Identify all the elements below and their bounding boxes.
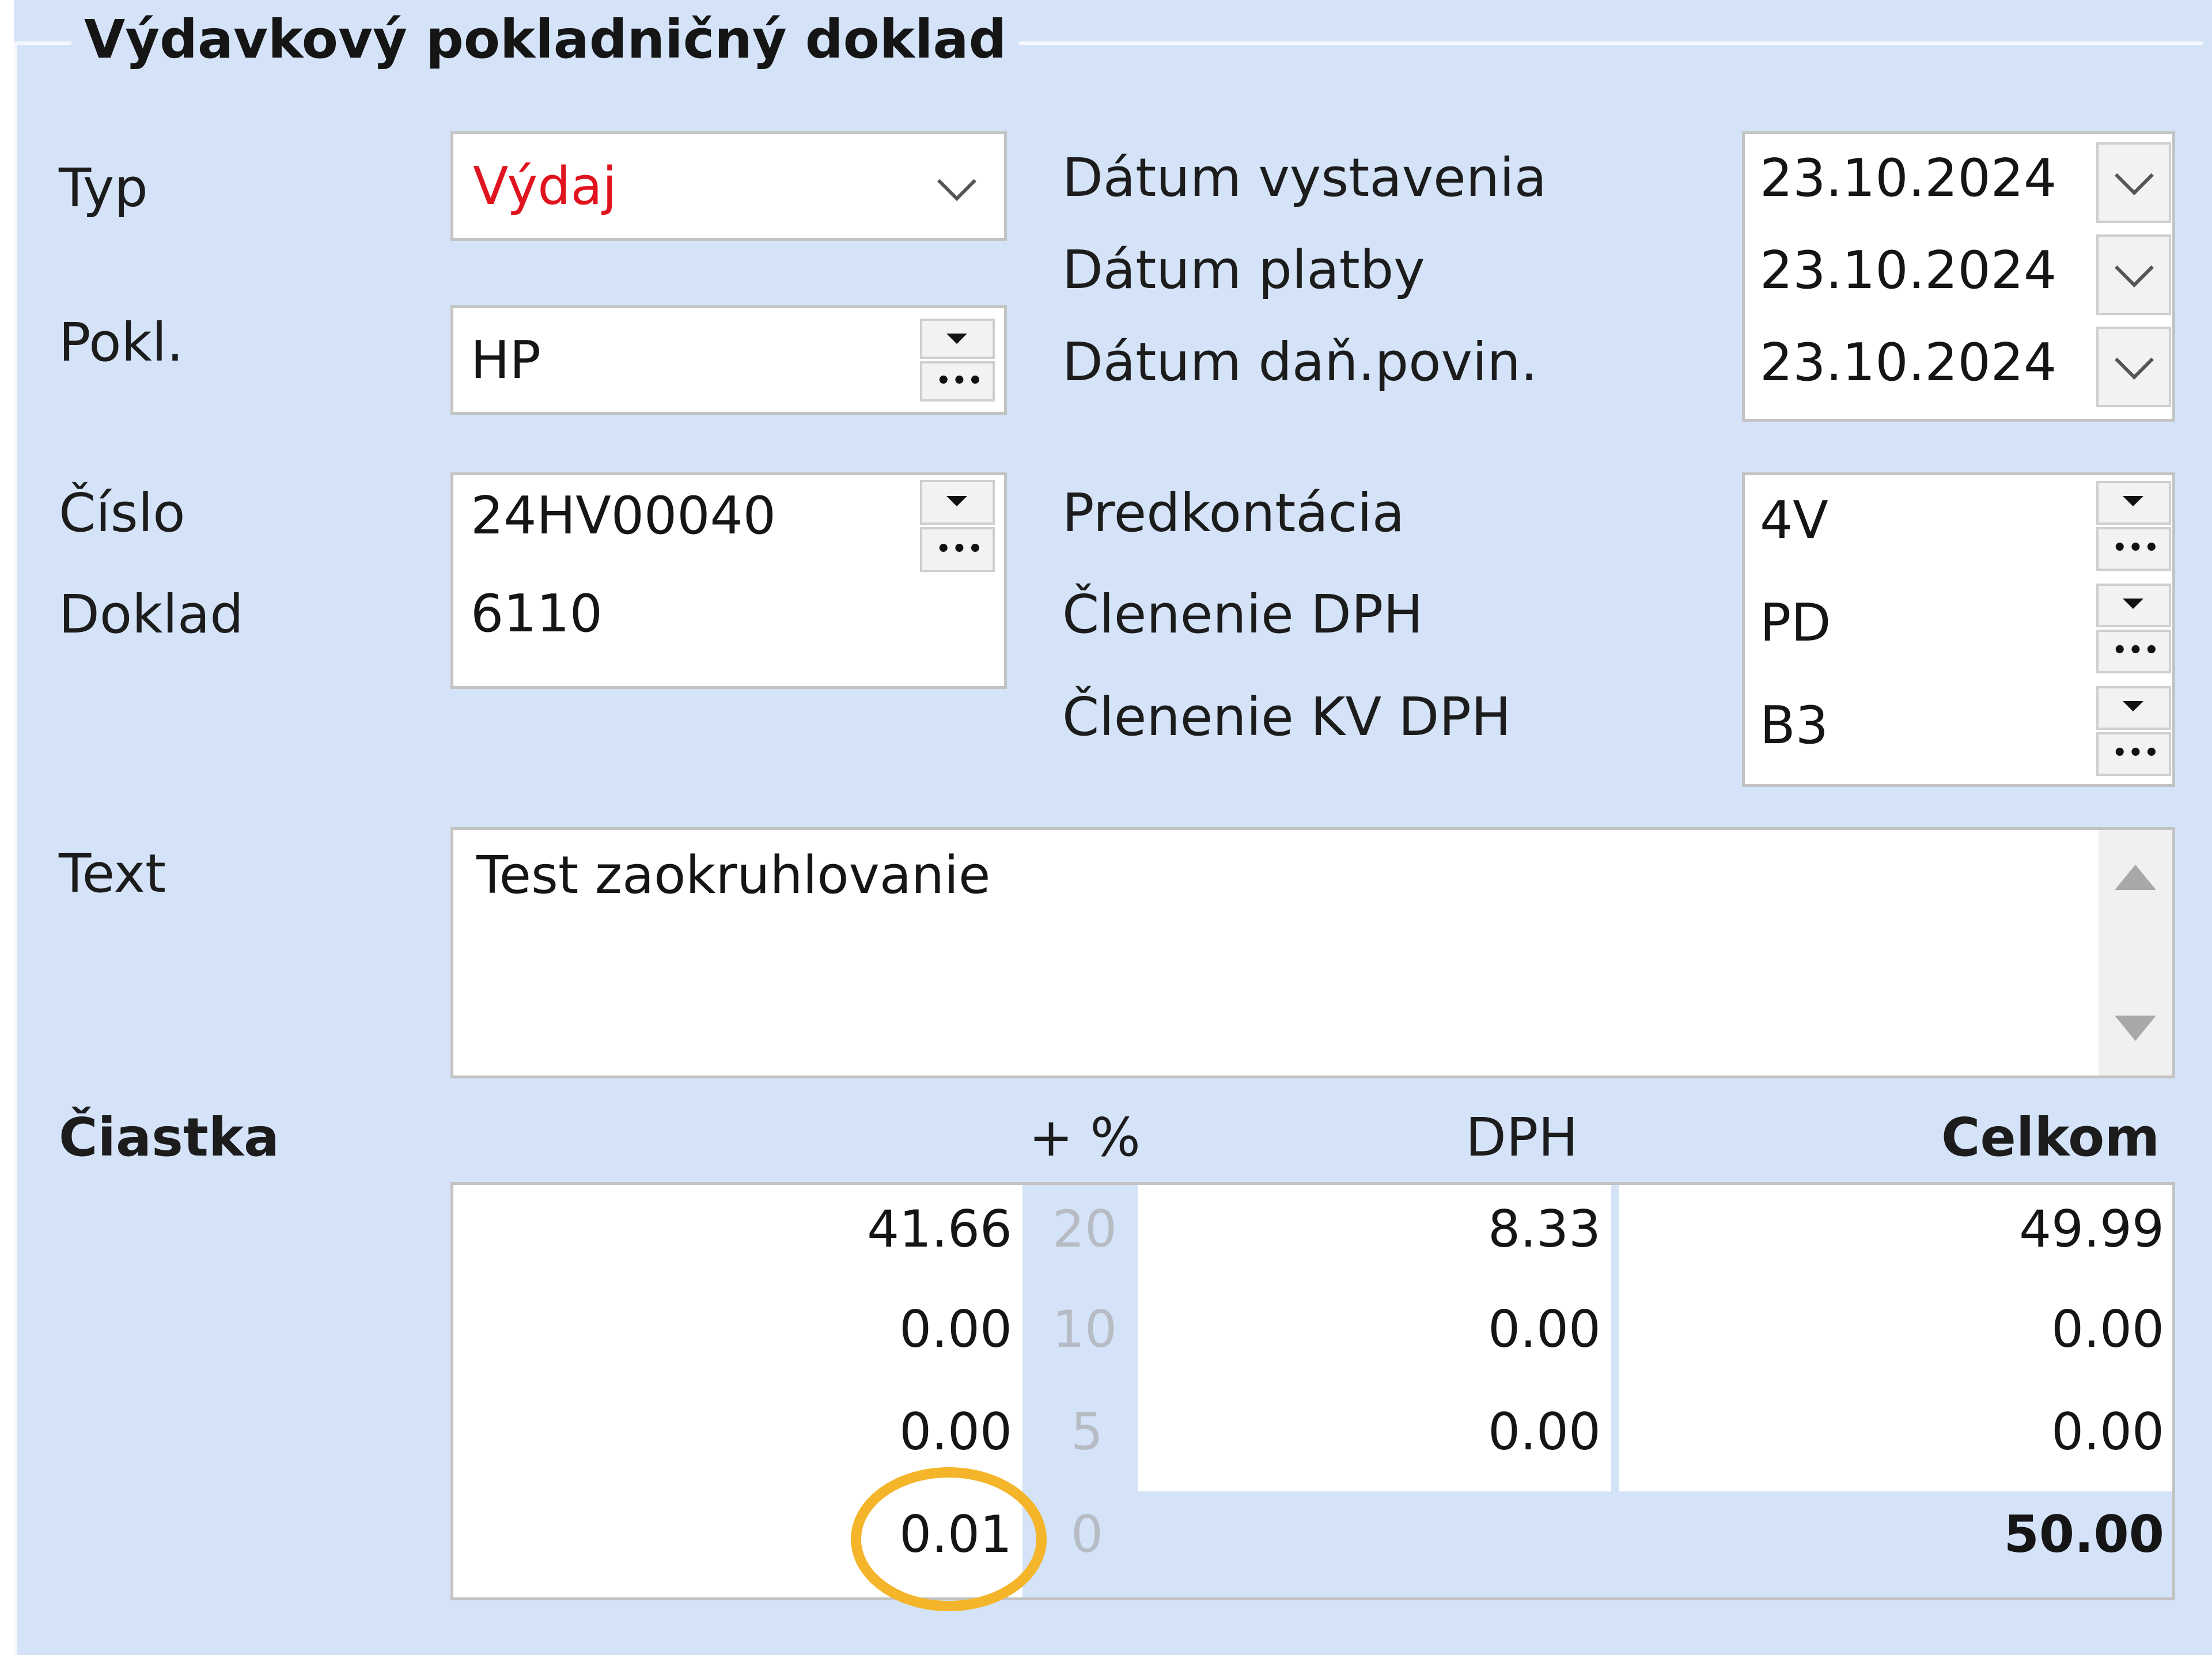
cislo-browse-button[interactable]: ••• (920, 527, 995, 572)
clenenie-kv-dph-value[interactable]: B3 (1760, 694, 1828, 758)
datum-dan-povin-picker[interactable] (2096, 327, 2171, 407)
predkontacia-browse-button[interactable]: ••• (2096, 527, 2171, 571)
clenenie-kv-dph-dropdown-button[interactable] (2096, 686, 2171, 730)
rate-5: 5 (1071, 1402, 1103, 1461)
label-predkontacia: Predkontácia (1062, 482, 1405, 544)
ellipsis-icon: ••• (936, 536, 984, 562)
label-text: Text (59, 843, 166, 904)
label-ciastka: Čiastka (59, 1107, 280, 1168)
amounts-grid: 41.66 20 8.33 49.99 0.00 10 0.00 0.00 0.… (450, 1182, 2175, 1611)
datum-platby-picker[interactable] (2096, 234, 2171, 315)
cislo-dropdown-button[interactable] (920, 480, 995, 525)
pokl-value: HP (471, 330, 541, 391)
total-amount-20[interactable]: 49.99 (1623, 1198, 2164, 1261)
header-percent: + % (1029, 1107, 1141, 1168)
ellipsis-icon: ••• (2112, 637, 2160, 664)
scroll-up-icon[interactable] (2115, 865, 2156, 890)
voucher-form-panel: Výdavkový pokladničný doklad Typ Pokl. Č… (14, 0, 2212, 1655)
dph-amount-5[interactable]: 0.00 (1145, 1400, 1601, 1464)
label-datum-vystavenia: Dátum vystavenia (1062, 147, 1547, 209)
datum-vystavenia-value[interactable]: 23.10.2024 (1760, 147, 2056, 210)
grand-total: 50.00 (2003, 1505, 2164, 1564)
dropdown-arrow-icon (2123, 599, 2143, 609)
ellipsis-icon: ••• (936, 368, 984, 394)
text-value: Test zaokruhlovanie (476, 845, 991, 906)
dph-amount-20[interactable]: 8.33 (1145, 1198, 1601, 1261)
rate-0: 0 (1071, 1505, 1103, 1564)
base-amount-5[interactable]: 0.00 (453, 1400, 1012, 1464)
text-area[interactable]: Test zaokruhlovanie (450, 827, 2175, 1078)
typ-value: Výdaj (473, 156, 617, 217)
form-title: Výdavkový pokladničný doklad (71, 8, 1020, 71)
total-amount-10[interactable]: 0.00 (1623, 1298, 2164, 1361)
chevron-down-icon (937, 162, 976, 201)
dates-box: 23.10.2024 23.10.2024 23.10.2024 (1742, 131, 2175, 422)
label-cislo: Číslo (59, 482, 185, 544)
predkontacia-value[interactable]: 4V (1760, 489, 1828, 552)
header-dph: DPH (1465, 1107, 1578, 1168)
typ-select[interactable]: Výdaj (450, 131, 1007, 241)
label-datum-platby: Dátum platby (1062, 239, 1425, 301)
clenenie-kv-dph-browse-button[interactable]: ••• (2096, 732, 2171, 776)
rate-20: 20 (1052, 1199, 1117, 1259)
label-pokl: Pokl. (59, 312, 184, 373)
header-celkom: Celkom (1941, 1107, 2160, 1168)
clenenie-dph-dropdown-button[interactable] (2096, 584, 2171, 627)
datum-dan-povin-value[interactable]: 23.10.2024 (1760, 331, 2056, 395)
dropdown-arrow-icon (946, 496, 967, 506)
pokl-dropdown-button[interactable] (920, 319, 995, 359)
datum-platby-value[interactable]: 23.10.2024 (1760, 239, 2056, 302)
ellipsis-icon: ••• (2112, 535, 2160, 561)
chevron-down-icon (2115, 248, 2154, 287)
total-amount-5[interactable]: 0.00 (1623, 1400, 2164, 1464)
base-amount-20[interactable]: 41.66 (453, 1198, 1012, 1261)
label-typ: Typ (59, 157, 148, 219)
pokl-browse-button[interactable]: ••• (920, 361, 995, 402)
dropdown-arrow-icon (2123, 496, 2143, 506)
text-scrollbar[interactable] (2099, 830, 2172, 1075)
highlight-ring (851, 1467, 1047, 1611)
pokl-field[interactable]: HP ••• (450, 305, 1007, 415)
label-datum-dan-povin: Dátum daň.povin. (1062, 331, 1538, 393)
dropdown-arrow-icon (946, 334, 967, 344)
dph-total-separator (1611, 1185, 1619, 1491)
dropdown-arrow-icon (2123, 701, 2143, 711)
label-clenenie-kv-dph: Členenie KV DPH (1062, 686, 1512, 748)
scroll-down-icon[interactable] (2115, 1016, 2156, 1041)
groupbox-border-left (14, 41, 17, 1655)
chevron-down-icon (2115, 156, 2154, 195)
clenenie-dph-value[interactable]: PD (1760, 592, 1831, 655)
base-amount-10[interactable]: 0.00 (453, 1298, 1012, 1361)
chevron-down-icon (2115, 340, 2154, 380)
ellipsis-icon: ••• (2112, 740, 2160, 766)
label-clenenie-dph: Členenie DPH (1062, 584, 1423, 645)
datum-vystavenia-picker[interactable] (2096, 142, 2171, 223)
cislo-doklad-box: 24HV00040 ••• 6110 (450, 472, 1007, 689)
label-doklad: Doklad (59, 584, 244, 645)
rate-10: 10 (1052, 1300, 1117, 1359)
dph-amount-10[interactable]: 0.00 (1145, 1298, 1601, 1361)
accounting-box: 4V ••• PD ••• B3 ••• (1742, 472, 2175, 787)
predkontacia-dropdown-button[interactable] (2096, 481, 2171, 525)
clenenie-dph-browse-button[interactable]: ••• (2096, 630, 2171, 673)
cislo-value[interactable]: 24HV00040 (471, 484, 776, 548)
doklad-value[interactable]: 6110 (471, 582, 603, 646)
